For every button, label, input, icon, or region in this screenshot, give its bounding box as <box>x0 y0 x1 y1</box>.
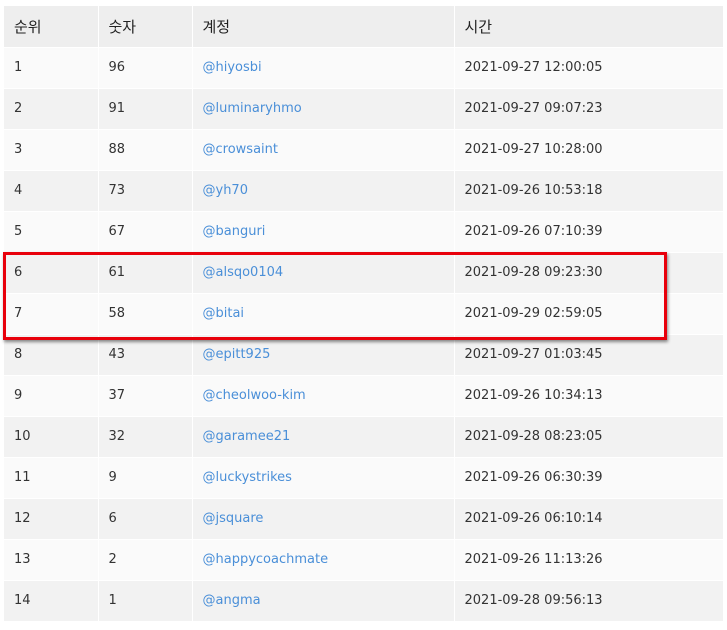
time-cell: 2021-09-29 02:59:05 <box>454 293 724 335</box>
time-cell: 2021-09-26 07:10:39 <box>454 211 724 253</box>
table-row: 2 91 @luminaryhmo 2021-09-27 09:07:23 <box>4 88 724 130</box>
account-cell: @happycoachmate <box>192 539 455 581</box>
rank-cell: 14 <box>4 580 99 622</box>
table-row: 9 37 @cheolwoo-kim 2021-09-26 10:34:13 <box>4 375 724 417</box>
number-cell: 32 <box>98 416 193 458</box>
rank-cell: 1 <box>4 47 99 89</box>
account-cell: @hiyosbi <box>192 47 455 89</box>
account-link[interactable]: @cheolwoo-kim <box>203 388 306 403</box>
rank-cell: 13 <box>4 539 99 581</box>
time-cell: 2021-09-28 09:23:30 <box>454 252 724 294</box>
account-cell: @jsquare <box>192 498 455 540</box>
account-link[interactable]: @hiyosbi <box>203 60 262 75</box>
account-link[interactable]: @luminaryhmo <box>203 101 302 116</box>
table-row: 1 96 @hiyosbi 2021-09-27 12:00:05 <box>4 47 724 89</box>
rank-cell: 5 <box>4 211 99 253</box>
time-cell: 2021-09-26 10:34:13 <box>454 375 724 417</box>
table-row: 11 9 @luckystrikes 2021-09-26 06:30:39 <box>4 457 724 499</box>
time-column-header[interactable]: 시간 <box>454 6 724 48</box>
time-cell: 2021-09-27 09:07:23 <box>454 88 724 130</box>
number-cell: 6 <box>98 498 193 540</box>
account-cell: @bitai <box>192 293 455 335</box>
number-cell: 67 <box>98 211 193 253</box>
rank-cell: 3 <box>4 129 99 171</box>
account-cell: @crowsaint <box>192 129 455 171</box>
header-row: 순위 숫자 계정 시간 <box>4 6 724 48</box>
number-column-header[interactable]: 숫자 <box>98 6 193 48</box>
account-link[interactable]: @bitai <box>203 306 245 321</box>
table-row: 3 88 @crowsaint 2021-09-27 10:28:00 <box>4 129 724 171</box>
number-cell: 43 <box>98 334 193 376</box>
rank-cell: 2 <box>4 88 99 130</box>
account-cell: @alsqo0104 <box>192 252 455 294</box>
ranking-page: 순위 숫자 계정 시간 1 96 @hiyosbi 2021-09-27 12:00:… <box>0 0 727 630</box>
time-cell: 2021-09-26 11:13:26 <box>454 539 724 581</box>
rank-cell: 12 <box>4 498 99 540</box>
number-cell: 1 <box>98 580 193 622</box>
table-row: 7 58 @bitai 2021-09-29 02:59:05 <box>4 293 724 335</box>
rank-cell: 8 <box>4 334 99 376</box>
account-link[interactable]: @luckystrikes <box>203 470 292 485</box>
account-link[interactable]: @jsquare <box>203 511 264 526</box>
number-cell: 2 <box>98 539 193 581</box>
rank-cell: 7 <box>4 293 99 335</box>
rank-cell: 11 <box>4 457 99 499</box>
number-cell: 88 <box>98 129 193 171</box>
rank-cell: 10 <box>4 416 99 458</box>
account-cell: @garamee21 <box>192 416 455 458</box>
account-cell: @epitt925 <box>192 334 455 376</box>
account-link[interactable]: @angma <box>203 593 261 608</box>
rank-cell: 9 <box>4 375 99 417</box>
ranking-table: 순위 숫자 계정 시간 1 96 @hiyosbi 2021-09-27 12:00:… <box>4 6 724 622</box>
time-cell: 2021-09-28 08:23:05 <box>454 416 724 458</box>
time-cell: 2021-09-26 10:53:18 <box>454 170 724 212</box>
account-cell: @banguri <box>192 211 455 253</box>
rank-cell: 6 <box>4 252 99 294</box>
account-cell: @luminaryhmo <box>192 88 455 130</box>
table-row: 10 32 @garamee21 2021-09-28 08:23:05 <box>4 416 724 458</box>
table-row: 8 43 @epitt925 2021-09-27 01:03:45 <box>4 334 724 376</box>
number-cell: 73 <box>98 170 193 212</box>
account-cell: @cheolwoo-kim <box>192 375 455 417</box>
number-cell: 96 <box>98 47 193 89</box>
account-cell: @yh70 <box>192 170 455 212</box>
account-link[interactable]: @happycoachmate <box>203 552 329 567</box>
table-row: 5 67 @banguri 2021-09-26 07:10:39 <box>4 211 724 253</box>
time-cell: 2021-09-27 10:28:00 <box>454 129 724 171</box>
table-row: 13 2 @happycoachmate 2021-09-26 11:13:26 <box>4 539 724 581</box>
number-cell: 58 <box>98 293 193 335</box>
account-link[interactable]: @garamee21 <box>203 429 291 444</box>
account-link[interactable]: @epitt925 <box>203 347 271 362</box>
number-cell: 61 <box>98 252 193 294</box>
account-cell: @luckystrikes <box>192 457 455 499</box>
time-cell: 2021-09-28 09:56:13 <box>454 580 724 622</box>
time-cell: 2021-09-26 06:10:14 <box>454 498 724 540</box>
account-cell: @angma <box>192 580 455 622</box>
rank-cell: 4 <box>4 170 99 212</box>
table-row: 14 1 @angma 2021-09-28 09:56:13 <box>4 580 724 622</box>
account-link[interactable]: @yh70 <box>203 183 248 198</box>
account-link[interactable]: @crowsaint <box>203 142 278 157</box>
account-link[interactable]: @banguri <box>203 224 266 239</box>
table-row: 12 6 @jsquare 2021-09-26 06:10:14 <box>4 498 724 540</box>
table-row: 4 73 @yh70 2021-09-26 10:53:18 <box>4 170 724 212</box>
rank-column-header[interactable]: 순위 <box>4 6 99 48</box>
number-cell: 9 <box>98 457 193 499</box>
number-cell: 37 <box>98 375 193 417</box>
table-row: 6 61 @alsqo0104 2021-09-28 09:23:30 <box>4 252 724 294</box>
time-cell: 2021-09-27 01:03:45 <box>454 334 724 376</box>
time-cell: 2021-09-27 12:00:05 <box>454 47 724 89</box>
number-cell: 91 <box>98 88 193 130</box>
account-link[interactable]: @alsqo0104 <box>203 265 284 280</box>
account-column-header[interactable]: 계정 <box>192 6 455 48</box>
table-header: 순위 숫자 계정 시간 <box>4 6 724 48</box>
time-cell: 2021-09-26 06:30:39 <box>454 457 724 499</box>
table-body: 1 96 @hiyosbi 2021-09-27 12:00:05 2 91 @lumina… <box>4 47 724 622</box>
